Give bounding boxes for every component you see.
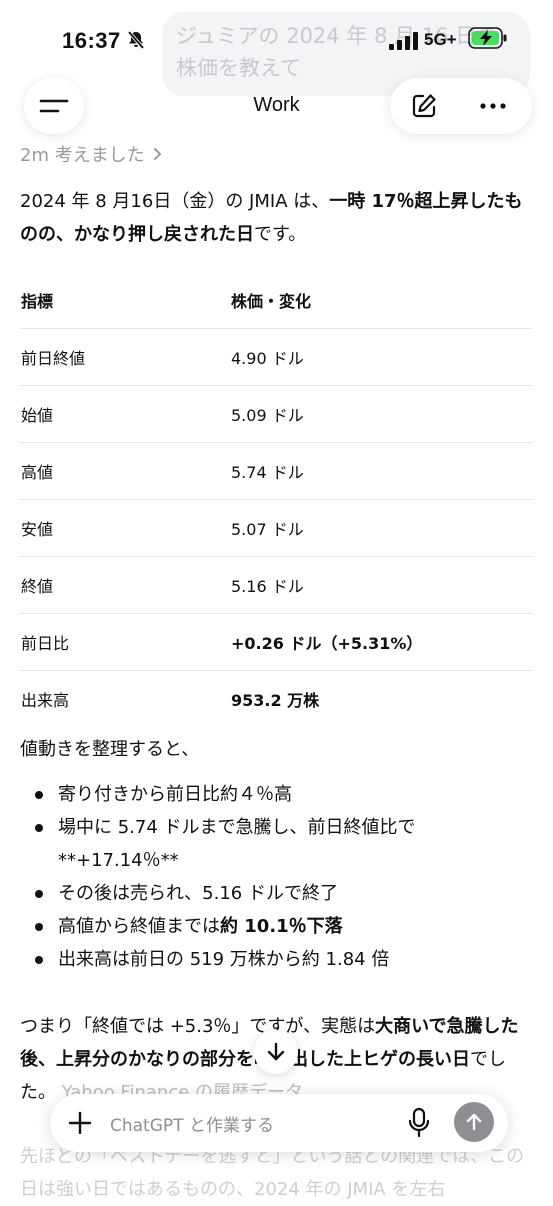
table-row: 始値 5.09 ドル [20,385,532,443]
summary-list: 寄り付きから前日比約４％高 場中に 5.74 ドルまで急騰し、前日終値比で **… [20,778,530,976]
table-header-metric: 指標 [20,272,230,329]
table-row: 出来高 953.2 万株 [21,691,320,710]
table-header-row: 指標 株価・変化 [20,272,532,329]
header-actions [390,78,532,134]
table-row: 前日終値 4.90 ドル [20,328,532,386]
list-item: 高値から終値までは約 10.1％下落 [20,910,530,943]
table-row: 高値 5.74 ドル [20,442,532,500]
list-item: 出来高は前日の 519 万株から約 1.84 倍 [20,943,530,976]
arrow-up-icon [466,1113,482,1131]
status-time: 16:37 [62,28,121,53]
battery-charging-icon [468,27,507,49]
summary-lead: 値動きを整理すると、 [20,739,200,760]
intro-paragraph: 2024 年 8 月16日（金）の JMIA は、一時 17％超上昇したものの、… [20,191,523,245]
list-item: 寄り付きから前日比約４％高 [20,778,530,811]
bell-muted-icon [127,30,145,50]
more-options-icon[interactable] [478,92,508,120]
table-row: 終値 5.16 ドル [20,556,532,614]
thought-duration[interactable]: 2m 考えました [20,141,164,167]
scroll-down-button[interactable] [254,1030,298,1074]
signal-icon [389,32,418,50]
list-item: 場中に 5.74 ドルまで急騰し、前日終値比で **+17.14％** [20,811,530,877]
header: Work [0,78,553,138]
microphone-icon[interactable] [406,1106,432,1140]
chevron-right-icon [154,148,162,160]
status-bar: 16:37 ジュミアの 2024 年 8 月 16 日の株価を教えて 5G+ [0,0,553,96]
composer-input[interactable]: ChatGPT と作業する [110,1111,274,1136]
price-table: 指標 株価・変化 前日終値 4.90 ドル 始値 5.09 ドル 高値 5.74 ドル… [20,272,532,727]
send-button[interactable] [454,1102,494,1142]
table-header-value: 株価・変化 [230,272,532,329]
message-composer[interactable]: ChatGPT と作業する [50,1094,508,1152]
table-row: 前日比 +0.26 ドル（+5.31%） [20,613,532,671]
arrow-down-icon [267,1042,285,1061]
list-item: その後は売られ、5.16 ドルで終了 [20,877,530,910]
plus-icon[interactable] [66,1109,94,1137]
new-chat-edit-icon[interactable] [410,92,438,120]
network-type: 5G+ [424,30,457,49]
table-row: 安値 5.07 ドル [20,499,532,557]
